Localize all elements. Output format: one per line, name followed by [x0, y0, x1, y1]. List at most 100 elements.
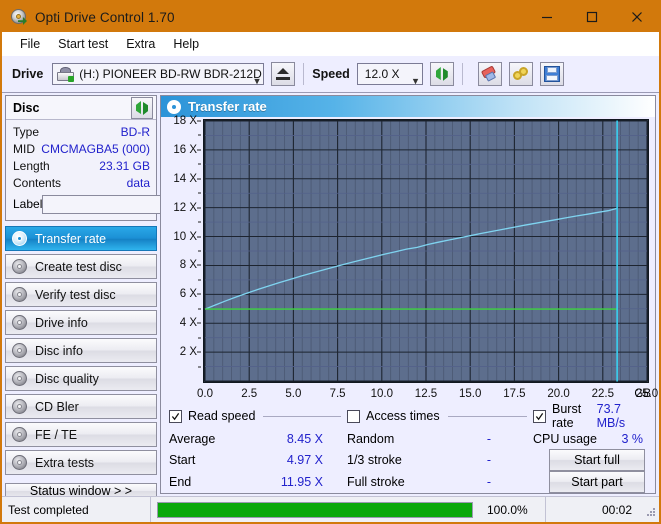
chevron-down-icon: ▾	[254, 75, 260, 88]
y-tick-minor	[198, 134, 201, 136]
disc-icon	[12, 258, 28, 275]
y-tick	[197, 120, 201, 122]
y-tick	[197, 236, 201, 238]
chart-x-axis: 0.0 2.5 5.0 7.5 10.0 12.5 15.0 17.5 20.0 22.5 25.0…	[197, 386, 658, 402]
read-speed-option[interactable]: Read speed	[169, 409, 347, 423]
access-times-label: Access times	[366, 409, 440, 423]
app-body: Disc Type BD-R MID CMCMAGBA5 (000) Lengt…	[2, 93, 659, 499]
disc-row-value: BD-R	[120, 124, 150, 139]
burst-rate-option[interactable]: Burst rate 73.7 MB/s	[533, 402, 647, 430]
y-tick-label: 6 X	[179, 288, 197, 301]
sidebar-item-verify-test-disc[interactable]: Verify test disc	[5, 282, 157, 307]
refresh-button[interactable]	[429, 62, 454, 86]
sidebar: Disc Type BD-R MID CMCMAGBA5 (000) Lengt…	[2, 93, 227, 499]
y-tick	[197, 351, 201, 353]
start-full-button[interactable]: Start full	[549, 449, 645, 471]
burst-rate-checkbox[interactable]	[533, 409, 546, 423]
chart-svg	[202, 118, 650, 384]
window-controls	[524, 2, 659, 32]
y-tick-minor	[198, 308, 201, 310]
sidebar-item-disc-info[interactable]: Disc info	[5, 338, 157, 363]
disc-icon	[12, 286, 28, 303]
maximize-icon[interactable]	[569, 2, 614, 32]
disc-refresh-button[interactable]	[131, 97, 153, 119]
x-tick-label: 5.0	[285, 388, 302, 400]
disc-row-length: Length 23.31 GB	[13, 157, 150, 174]
y-tick-minor	[198, 192, 201, 194]
window-title: Opti Drive Control 1.70	[35, 9, 175, 25]
start-full-cell: Start full	[533, 449, 647, 471]
sidebar-item-label: Extra tests	[35, 455, 95, 470]
x-tick-label: 7.5	[329, 388, 346, 400]
y-tick-label: 8 X	[179, 259, 197, 272]
y-tick-label: 12 X	[173, 201, 197, 214]
access-times-checkbox[interactable]	[347, 409, 360, 423]
stat-average: Average 8.45 X	[169, 432, 347, 446]
disc-icon	[12, 454, 28, 471]
action-buttons-2: Start part	[549, 471, 647, 493]
y-tick-minor	[198, 163, 201, 165]
disc-panel: Disc Type BD-R MID CMCMAGBA5 (000) Lengt…	[5, 95, 227, 221]
menu-item-extra[interactable]: Extra	[117, 35, 164, 53]
stat-value: 8.45 X	[286, 431, 323, 446]
sidebar-item-create-test-disc[interactable]: Create test disc	[5, 254, 157, 279]
sidebar-item-label: FE / TE	[35, 427, 78, 442]
chart-plot[interactable]: 2 X 4 X 6 X 8 X 10 X 12 X 14 X 16 X 18 X	[173, 115, 650, 386]
minimize-icon[interactable]	[524, 2, 569, 32]
disc-row-key: Type	[13, 124, 40, 139]
sidebar-item-transfer-rate[interactable]: Transfer rate	[5, 226, 157, 251]
y-tick-minor	[198, 279, 201, 281]
stat-value: -	[486, 431, 491, 446]
y-tick	[197, 322, 201, 324]
read-speed-checkbox[interactable]	[169, 409, 182, 423]
disc-row-value: data	[126, 175, 150, 190]
disc-panel-title: Disc	[13, 100, 40, 115]
access-times-option[interactable]: Access times	[347, 409, 533, 423]
y-tick-minor	[198, 366, 201, 368]
close-icon[interactable]	[614, 2, 659, 32]
stat-key: Full stroke	[347, 475, 405, 489]
sidebar-item-label: Create test disc	[35, 259, 122, 274]
stat-value: -	[486, 453, 491, 467]
check-icon	[535, 412, 544, 420]
settings-button[interactable]	[508, 62, 533, 86]
refresh-icon	[134, 100, 150, 116]
drive-select[interactable]: (H:) PIONEER BD-RW BDR-212D 1.00 ▾	[52, 63, 265, 88]
refresh-icon	[434, 66, 450, 82]
menu-item-help[interactable]: Help	[164, 35, 208, 53]
check-icon	[171, 412, 180, 420]
sidebar-item-disc-quality[interactable]: Disc quality	[5, 366, 157, 391]
disc-info-rows: Type BD-R MID CMCMAGBA5 (000) Length 23.…	[6, 120, 227, 220]
y-tick-minor	[198, 221, 201, 223]
sidebar-item-fe-te[interactable]: FE / TE	[5, 422, 157, 447]
toolbar-divider-1	[303, 63, 305, 85]
y-tick-label: 14 X	[173, 172, 197, 185]
clear-button[interactable]	[477, 62, 502, 86]
disc-label-row: Label	[13, 192, 227, 216]
stat-key: Start	[169, 453, 196, 467]
eject-button[interactable]	[271, 62, 296, 86]
save-button[interactable]	[539, 62, 564, 86]
drive-select-value: (H:) PIONEER BD-RW BDR-212D 1.00	[79, 67, 263, 81]
sidebar-item-extra-tests[interactable]: Extra tests	[5, 450, 157, 475]
menu-item-start-test[interactable]: Start test	[49, 35, 117, 53]
x-tick-label: 17.5	[503, 388, 526, 400]
resize-grip-icon[interactable]	[642, 503, 656, 517]
stat-end: End 11.95 X	[169, 475, 347, 489]
read-speed-label: Read speed	[188, 409, 256, 423]
start-part-button[interactable]: Start part	[549, 471, 645, 493]
menu-item-file[interactable]: File	[11, 35, 49, 53]
disc-icon	[12, 370, 28, 387]
panel-title: Transfer rate	[188, 99, 267, 114]
drive-label: Drive	[12, 67, 44, 81]
disc-row-key: Length	[13, 158, 50, 173]
speed-select[interactable]: 12.0 X ▾	[356, 63, 423, 88]
toolbar-divider-2	[461, 63, 463, 85]
sidebar-item-drive-info[interactable]: Drive info	[5, 310, 157, 335]
disc-icon	[12, 398, 28, 415]
disc-label-key: Label	[13, 197, 43, 211]
sidebar-item-cd-bler[interactable]: CD Bler	[5, 394, 157, 419]
chevron-down-icon: ▾	[412, 75, 419, 88]
x-tick-label: 15.0	[458, 388, 482, 400]
disc-icon	[12, 342, 28, 359]
